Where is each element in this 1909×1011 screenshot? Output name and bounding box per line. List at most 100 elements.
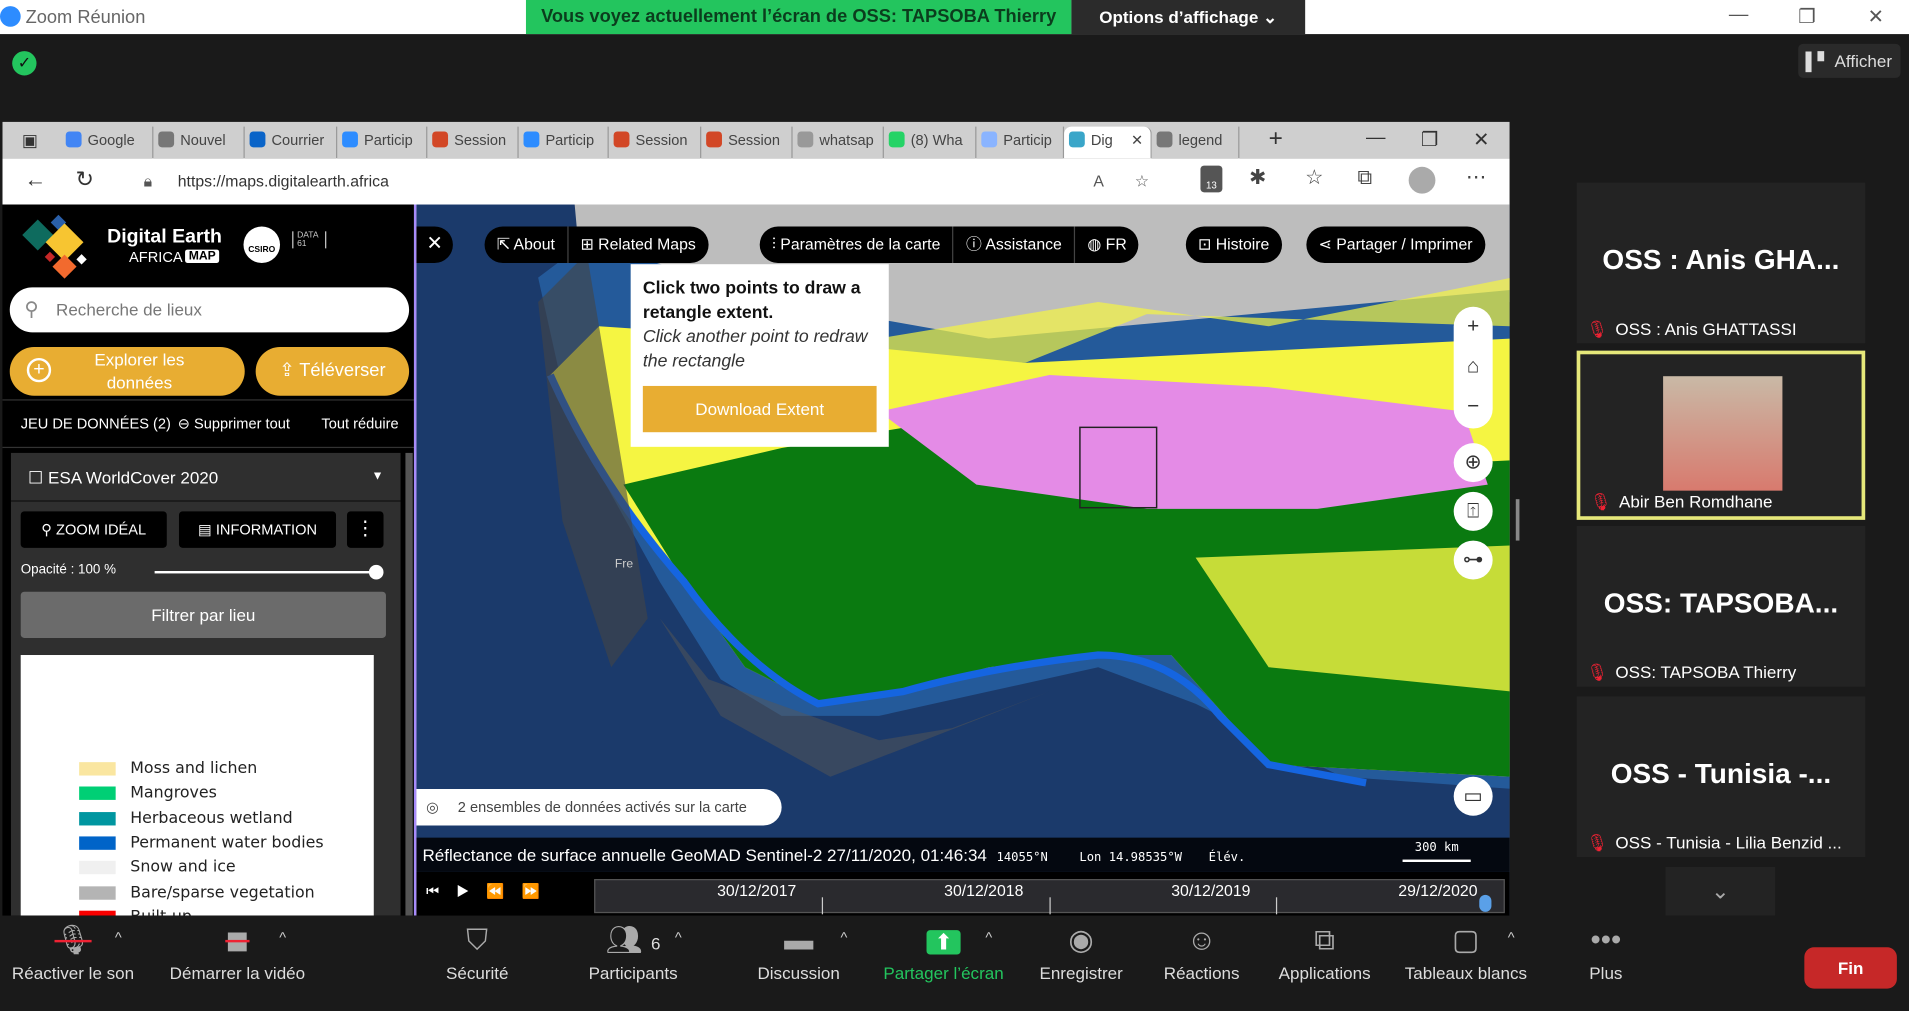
info-pill: ⇱ About ⊞ Related Maps [484,226,708,263]
caret-up-icon[interactable]: ^ [115,929,122,946]
collections-icon[interactable]: ⧉ [1358,166,1373,190]
browser-maximize-icon[interactable]: ❐ [1421,128,1438,152]
caret-up-icon[interactable]: ^ [279,929,286,946]
participant-tile[interactable]: 🎙︎ Abir Ben Romdhane [1576,350,1866,520]
browser-tab[interactable]: Particip [337,126,428,159]
unmute-button[interactable]: 🎙︎ Réactiver le son ^ [0,919,158,982]
share-print-button[interactable]: ⋖ Partager / Imprimer [1306,226,1485,263]
participant-name-label: 🎙︎ OSS : Anis GHATTASSI [1586,319,1796,340]
browser-tab[interactable]: Session [609,126,702,159]
close-panel-icon[interactable]: ✕ [416,226,453,263]
active-datasets-notice[interactable]: ◎ 2 ensembles de données activés sur la c… [416,788,782,826]
close-icon[interactable]: ✕ [1868,5,1884,29]
download-extent-button[interactable]: Download Extent [642,385,877,433]
zoom-out-icon[interactable]: − [1454,387,1493,427]
about-button[interactable]: ⇱ About [485,226,569,263]
digital-earth-logo [22,214,87,279]
minimize-icon[interactable]: — [1729,5,1748,27]
browser-tab[interactable]: whatsap [793,126,884,159]
read-aloud-icon[interactable]: A [1093,163,1104,198]
participant-tile[interactable]: OSS - Tunisia -... 🎙︎ OSS - Tunisia - Lili… [1576,696,1866,858]
participant-display-name: OSS : Anis GHA... [1602,243,1840,276]
language-button[interactable]: ◍ FR [1075,226,1139,263]
favorites-icon[interactable]: ☆ [1305,166,1324,190]
upload-button[interactable]: ⇪ Téléverser [255,346,410,396]
browser-tab[interactable]: (8) Wha [884,126,977,159]
participant-tile[interactable]: OSS: TAPSOBA... 🎙︎ OSS: TAPSOBA Thierry [1576,525,1866,687]
new-tab-icon[interactable]: + [1269,125,1283,153]
help-button[interactable]: ⓘ Assistance [954,226,1076,263]
browser-tab[interactable]: Dig ✕ [1064,126,1152,159]
scroll-participants-down-icon[interactable]: ⌄ [1665,866,1776,916]
browser-close-icon[interactable]: ✕ [1473,128,1489,152]
more-icon[interactable]: ⋯ [1466,166,1487,190]
end-meeting-button[interactable]: Fin [1804,947,1897,989]
place-search-input[interactable]: ⚲ Recherche de lieux [9,287,410,333]
browser-tab[interactable]: Courrier [245,126,338,159]
related-maps-button[interactable]: ⊞ Related Maps [568,226,708,263]
browser-tab[interactable]: legend [1152,126,1240,159]
browser-tab[interactable]: Nouvel [153,126,245,159]
caret-up-icon[interactable]: ^ [675,929,682,946]
map-view[interactable]: Fre ✕ ⇱ About ⊞ Related Maps ⫶ Paramètres… [413,204,1510,916]
participant-name-label: 🎙︎ Abir Ben Romdhane [1590,492,1772,513]
reactions-icon: ☺ [1186,924,1217,957]
collapse-all-button[interactable]: Tout réduire [321,401,398,447]
story-button[interactable]: ⊡ Histoire [1185,226,1282,263]
favorite-add-icon[interactable]: ☆ [1135,163,1149,198]
locate-icon[interactable]: ⊕ [1453,443,1493,483]
close-tab-icon[interactable]: ✕ [1131,127,1143,154]
feedback-icon[interactable]: ▭ [1453,776,1493,816]
caret-up-icon[interactable]: ^ [841,929,848,946]
sidebar-scrollbar[interactable] [405,452,413,916]
timeline-track[interactable]: 30/12/2017 30/12/2018 30/12/2019 29/12/2020 [594,879,1505,915]
information-button[interactable]: ▤ INFORMATION [178,511,337,548]
reload-icon[interactable]: ↻ [75,167,93,193]
opacity-slider[interactable] [154,564,384,580]
caret-up-icon[interactable]: ^ [985,929,992,946]
measure-icon[interactable]: ⊶ [1453,540,1493,580]
browser-minimize-icon[interactable]: — [1366,128,1385,150]
related-maps-label: Related Maps [598,234,696,254]
panel-resize-handle[interactable] [1515,499,1520,541]
participants-button[interactable]: 👥︎ 6 Participants ^ [548,919,718,982]
checkbox[interactable]: ☐ [28,468,48,487]
map-settings-button[interactable]: ⫶ Paramètres de la carte [760,226,954,263]
show-button[interactable]: ▌▘ Afficher [1798,43,1901,78]
more-options-icon[interactable]: ⋮ [346,511,384,548]
chevron-down-icon[interactable]: ▼ [371,453,383,502]
split-screen-icon[interactable]: ⍐ [1453,491,1493,531]
filter-by-place-button[interactable]: Filtrer par lieu [20,591,386,638]
browser-tab[interactable]: Particip [976,126,1065,159]
browser-tab[interactable]: Session [701,126,793,159]
browser-tab[interactable]: Google [61,126,154,159]
share-label: Partager / Imprimer [1336,234,1473,254]
browser-tab[interactable]: Session [427,126,519,159]
more-button[interactable]: ••• Plus [1521,919,1691,982]
video-button[interactable]: ◼ Démarrer la vidéo ^ [152,919,322,982]
browser-tab[interactable]: Particip [519,126,609,159]
view-options-button[interactable]: Options d’affichage ⌄ [1071,0,1306,35]
home-icon[interactable]: ⌂ [1454,347,1493,387]
shield-check-icon[interactable]: ✓ [12,51,37,76]
dataset-header[interactable]: ☐ ESA WorldCover 2020 ▼ [10,453,401,502]
opacity-slider-handle[interactable] [368,564,384,580]
participant-tile[interactable]: OSS : Anis GHA... 🎙︎ OSS : Anis GHATTASSI [1576,182,1866,344]
maximize-icon[interactable]: ❐ [1798,5,1815,29]
data61-logo: DATA 61 [292,231,327,249]
zoom-in-icon[interactable]: + [1454,307,1493,347]
extensions-icon[interactable]: ✱ [1249,166,1266,190]
tab-actions-icon[interactable]: ▣ [22,130,38,151]
url-input[interactable]: 🔒︎ https://maps.digitalearth.africa A ☆ [121,163,1169,199]
back-icon[interactable]: ← [24,167,46,193]
playback-controls[interactable]: ⏮▶⏪⏩ [426,883,557,901]
caret-up-icon[interactable]: ^ [1508,929,1515,946]
extension-icon[interactable]: 13 [1200,165,1223,193]
remove-all-button[interactable]: ⊖ Supprimer tout [178,401,290,447]
explore-data-button[interactable]: + Explorer les données [9,346,245,396]
profile-avatar[interactable] [1408,166,1436,194]
tab-label: Session [454,131,507,149]
ideal-zoom-button[interactable]: ⚲ ZOOM IDÉAL [20,511,167,548]
security-button[interactable]: ⛉ Sécurité [392,919,562,982]
timeline-handle[interactable] [1479,894,1492,912]
